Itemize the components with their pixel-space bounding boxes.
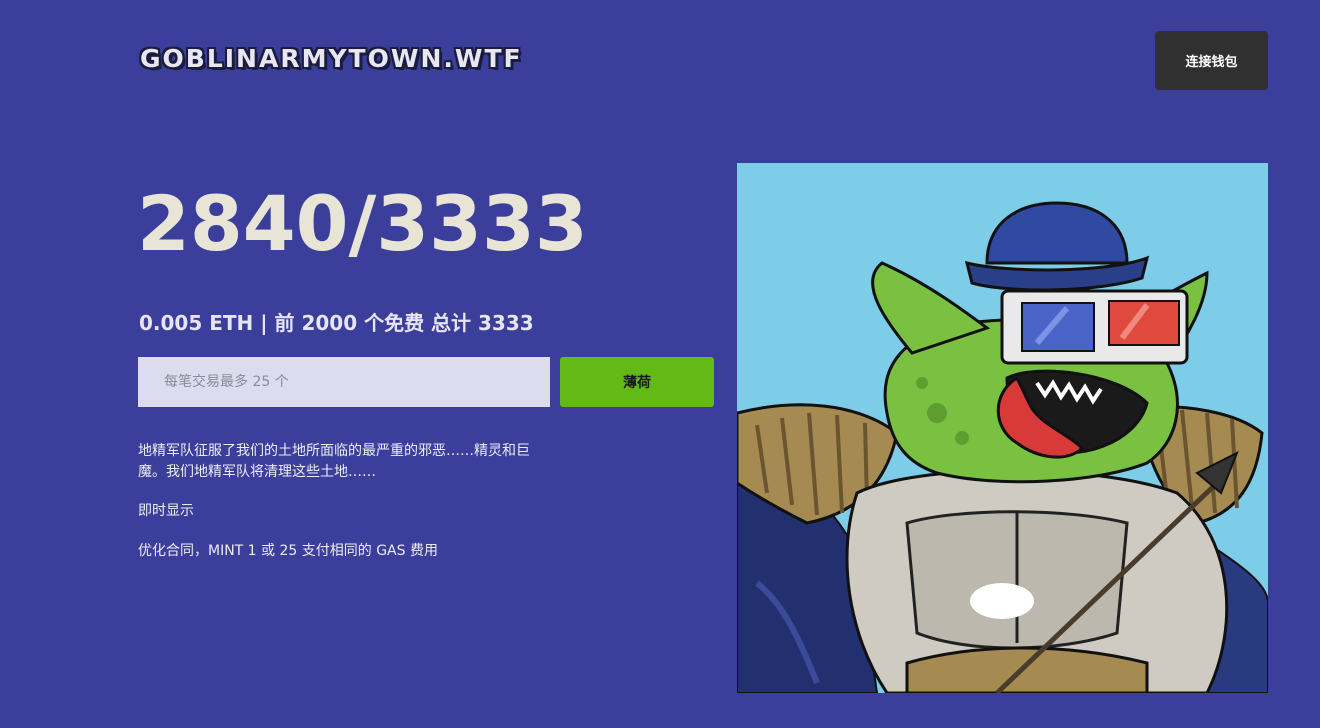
goblin-artwork [737, 163, 1268, 693]
mint-counter: 2840/3333 [137, 179, 588, 268]
quantity-input[interactable] [138, 357, 550, 407]
description-paragraph: 地精军队征服了我们的土地所面临的最严重的邪恶……精灵和巨魔。我们地精军队将清理这… [138, 443, 530, 480]
instant-reveal-text: 即时显示 [138, 503, 194, 519]
site-logo[interactable]: GOBLINARMYTOWN.WTF [140, 44, 523, 73]
goblin-illustration [737, 163, 1268, 693]
mint-button[interactable]: 薄荷 [560, 357, 714, 407]
connect-wallet-button[interactable]: 连接钱包 [1155, 31, 1268, 90]
gas-info-text: 优化合同，MINT 1 或 25 支付相同的 GAS 费用 [138, 543, 438, 559]
price-info: 0.005 ETH | 前 2000 个免费 总计 3333 [139, 311, 534, 335]
